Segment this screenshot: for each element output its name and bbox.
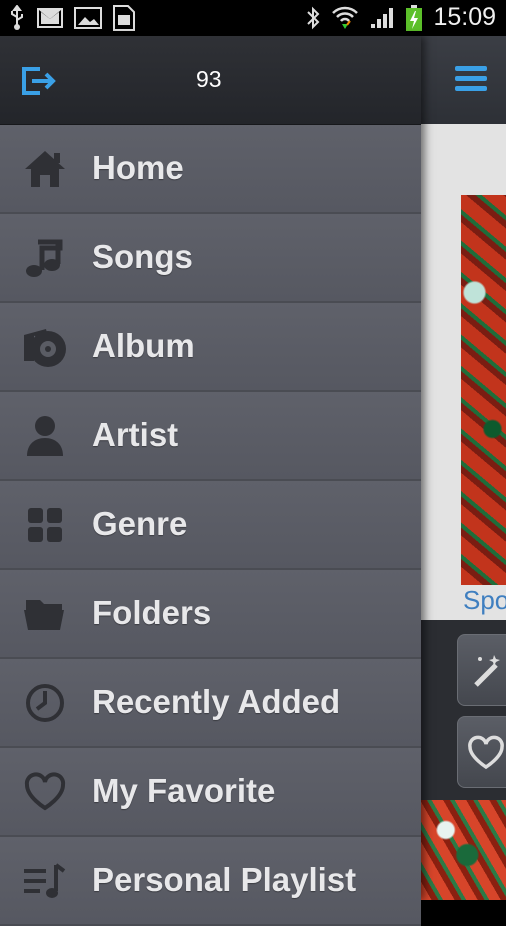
- menu-item-label: My Favorite: [92, 772, 276, 809]
- menu-item-recently-added[interactable]: Recently Added: [0, 659, 421, 748]
- heart-icon: [468, 735, 504, 770]
- navigation-drawer: 93 Home Songs Album Artist Genre Folders…: [0, 36, 421, 926]
- menu-item-my-favorite[interactable]: My Favorite: [0, 748, 421, 837]
- menu-item-songs[interactable]: Songs: [0, 214, 421, 303]
- menu-item-album[interactable]: Album: [0, 303, 421, 392]
- menu-item-genre[interactable]: Genre: [0, 481, 421, 570]
- favorite-button[interactable]: [457, 716, 506, 788]
- music-note-icon: [22, 236, 68, 280]
- menu-item-personal-playlist[interactable]: Personal Playlist: [0, 837, 421, 926]
- person-icon: [22, 414, 68, 458]
- wifi-icon: [331, 5, 359, 31]
- playlist-icon: [22, 859, 68, 903]
- magic-wand-button[interactable]: [457, 634, 506, 706]
- menu-icon[interactable]: [455, 66, 487, 94]
- menu-item-label: Home: [92, 149, 184, 186]
- battery-charging-icon: [405, 4, 423, 32]
- album-thumbnail[interactable]: [420, 800, 506, 900]
- album-caption: Spo: [463, 585, 506, 615]
- gmail-icon: [36, 7, 64, 29]
- gallery-icon: [74, 7, 102, 29]
- drawer-menu: Home Songs Album Artist Genre Folders Re…: [0, 125, 421, 926]
- menu-item-home[interactable]: Home: [0, 125, 421, 214]
- heart-icon: [22, 770, 68, 814]
- folder-icon: [22, 592, 68, 636]
- grid-icon: [22, 503, 68, 547]
- exit-icon[interactable]: [20, 66, 56, 96]
- menu-item-folders[interactable]: Folders: [0, 570, 421, 659]
- bluetooth-icon: [305, 5, 321, 31]
- magic-wand-icon: [474, 655, 500, 687]
- usb-icon: [8, 5, 26, 31]
- menu-item-label: Recently Added: [92, 683, 341, 720]
- menu-item-artist[interactable]: Artist: [0, 392, 421, 481]
- home-icon: [22, 147, 68, 191]
- album-art[interactable]: [461, 195, 506, 585]
- menu-item-label: Artist: [92, 416, 179, 453]
- clock-icon: [22, 681, 68, 725]
- menu-item-label: Album: [92, 327, 195, 364]
- signal-icon: [369, 6, 395, 30]
- song-count: 93: [196, 66, 222, 92]
- menu-item-label: Songs: [92, 238, 193, 275]
- status-bar: 15:09: [0, 0, 506, 36]
- drawer-header: 93: [0, 36, 421, 125]
- status-clock: 15:09: [433, 3, 496, 31]
- menu-item-label: Personal Playlist: [92, 861, 357, 898]
- album-icon: [22, 325, 68, 369]
- menu-item-label: Folders: [92, 594, 212, 631]
- sim-icon: [112, 5, 136, 31]
- menu-item-label: Genre: [92, 505, 188, 542]
